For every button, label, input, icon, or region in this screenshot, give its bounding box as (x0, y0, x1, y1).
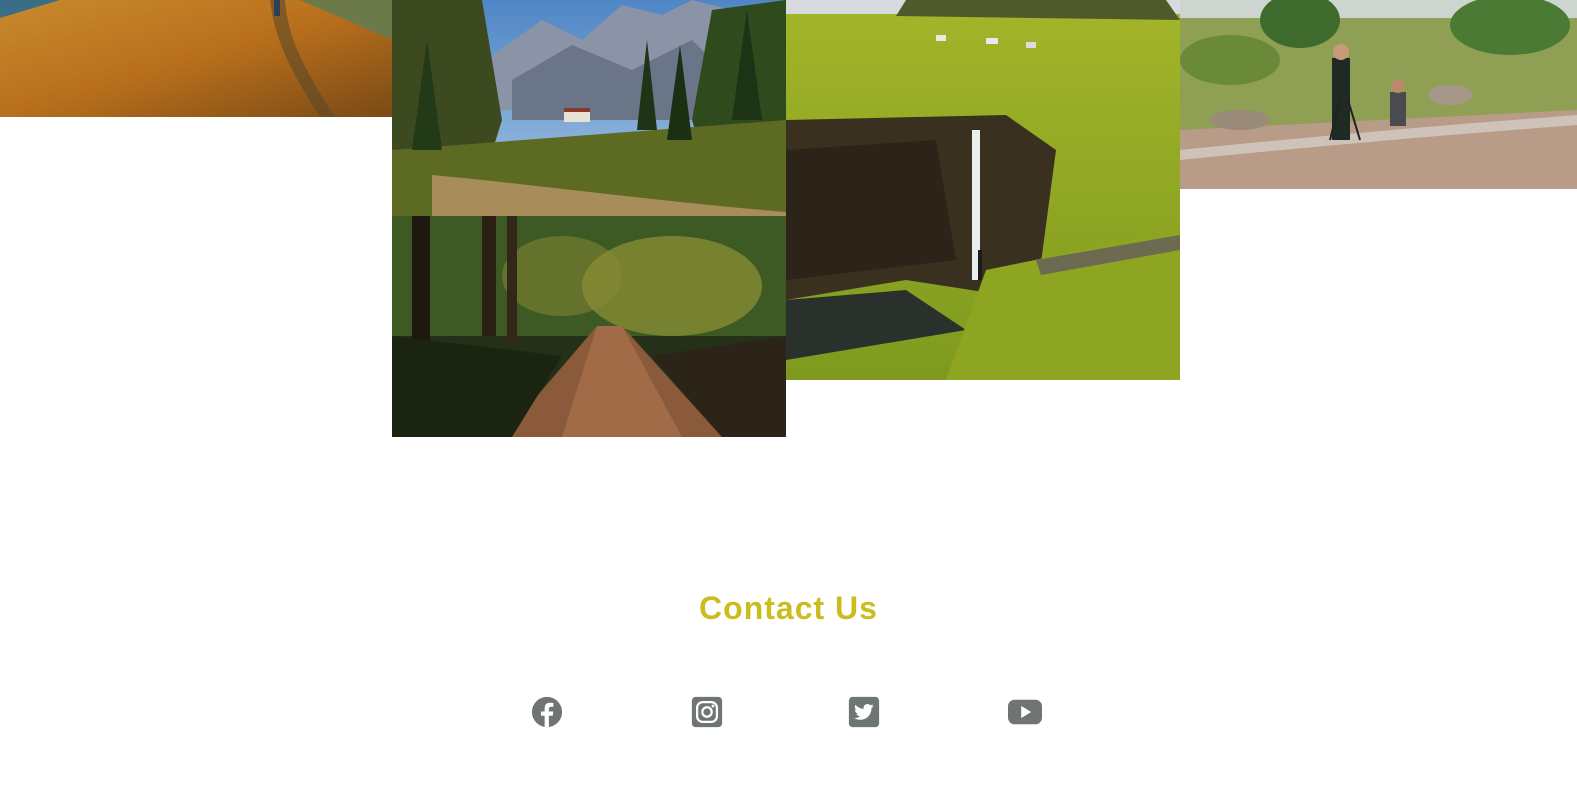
youtube-link[interactable] (1006, 695, 1044, 729)
instagram-icon (691, 696, 723, 728)
alpine-valley-photo (392, 0, 786, 216)
facebook-link[interactable] (529, 695, 565, 729)
golden-hill-trail-photo (0, 0, 392, 117)
facebook-icon (531, 696, 563, 728)
social-links (0, 695, 1577, 731)
photo-gallery (0, 0, 1577, 440)
twitter-icon (848, 696, 880, 728)
waterfall-cliff-photo (786, 0, 1180, 380)
youtube-icon (1008, 699, 1042, 725)
contact-us-heading: Contact Us (699, 590, 878, 626)
instagram-link[interactable] (689, 695, 725, 729)
twitter-link[interactable] (846, 695, 882, 729)
forest-path-photo (392, 216, 786, 437)
photographers-field-photo (1180, 0, 1577, 189)
